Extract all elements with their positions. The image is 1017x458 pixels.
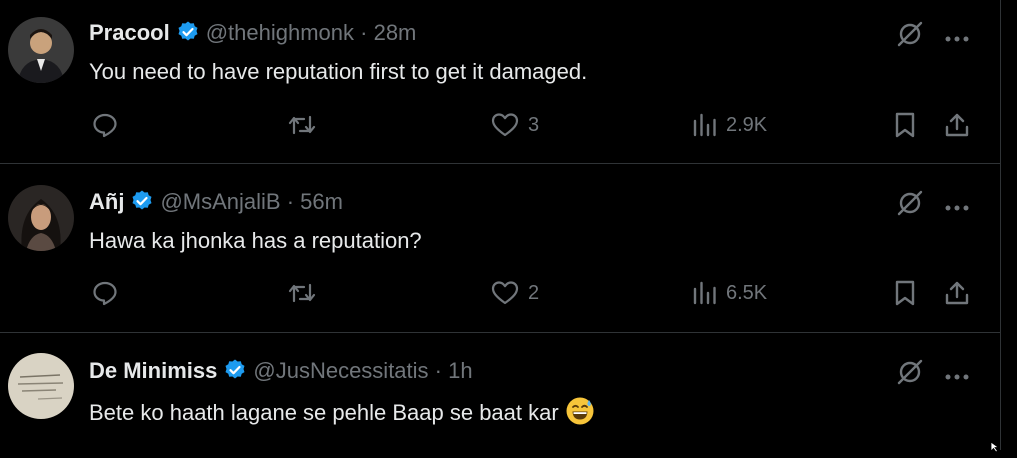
timeline-border [1000,0,1001,450]
avatar[interactable] [8,185,74,251]
action-bar: 2 6.5K [0,279,1000,309]
more-icon[interactable] [944,199,970,217]
more-icon[interactable] [944,368,970,386]
avatar[interactable] [8,353,74,419]
like-icon [491,281,519,305]
avatar[interactable] [8,17,74,83]
views-icon [693,113,716,137]
reply-icon [93,281,117,306]
bookmark-button[interactable] [893,111,917,139]
more-icon[interactable] [944,30,970,48]
reply-button[interactable] [91,279,119,307]
share-icon [945,281,969,305]
post[interactable]: Añj @MsAnjaliB · 56m Hawa ka jhonka has a… [0,164,1000,332]
mouse-cursor-icon [990,440,1000,458]
post[interactable]: Pracool @thehighmonk · 28m You need to ha… [0,0,1000,163]
timestamp[interactable]: · 56m [287,189,343,214]
like-icon [491,113,519,137]
view-count: 6.5K [726,281,768,304]
post-header: De Minimiss @JusNecessitatis · 1h [89,357,473,389]
timestamp[interactable]: · 1h [435,358,473,383]
action-bar: 3 2.9K [0,111,1000,141]
reply-icon [93,113,117,138]
handle[interactable]: @MsAnjaliB [160,189,280,214]
view-count: 2.9K [726,113,768,136]
grok-icon[interactable] [896,189,924,222]
handle[interactable]: @JusNecessitatis [253,358,428,383]
bookmark-button[interactable] [893,279,917,307]
display-name[interactable]: Pracool [89,20,170,45]
views-button[interactable]: 2.9K [692,111,767,139]
like-count: 2 [528,281,540,304]
bookmark-icon [895,280,915,306]
repost-button[interactable] [287,279,317,307]
display-name[interactable]: Añj [89,189,124,214]
share-button[interactable] [944,111,970,139]
post[interactable]: De Minimiss @JusNecessitatis · 1h Bete ko… [0,333,1000,450]
verified-badge-icon [223,358,247,389]
reply-feed: Pracool @thehighmonk · 28m You need to ha… [0,0,1000,450]
like-button[interactable]: 2 [490,279,539,307]
post-header: Añj @MsAnjaliB · 56m [89,188,343,220]
timestamp[interactable]: · 28m [360,20,416,45]
share-icon [945,113,969,137]
verified-badge-icon [130,189,154,220]
post-text: Bete ko haath lagane se pehle Baap se ba… [89,400,559,425]
repost-button[interactable] [287,111,317,139]
views-button[interactable]: 6.5K [692,279,767,307]
handle[interactable]: @thehighmonk [206,20,354,45]
like-count: 3 [528,113,540,136]
reply-button[interactable] [91,111,119,139]
post-header: Pracool @thehighmonk · 28m [89,19,416,51]
grok-icon[interactable] [896,20,924,53]
post-text: You need to have reputation first to get… [89,59,588,84]
repost-icon [288,115,316,135]
share-button[interactable] [944,279,970,307]
grinning-sweat-emoji-icon [565,396,595,426]
like-button[interactable]: 3 [490,111,539,139]
repost-icon [288,283,316,303]
post-text: Hawa ka jhonka has a reputation? [89,228,422,253]
bookmark-icon [895,112,915,138]
grok-icon[interactable] [896,358,924,391]
display-name[interactable]: De Minimiss [89,358,217,383]
verified-badge-icon [176,20,200,51]
post-text-wrap: Bete ko haath lagane se pehle Baap se ba… [89,396,595,427]
views-icon [693,281,716,305]
